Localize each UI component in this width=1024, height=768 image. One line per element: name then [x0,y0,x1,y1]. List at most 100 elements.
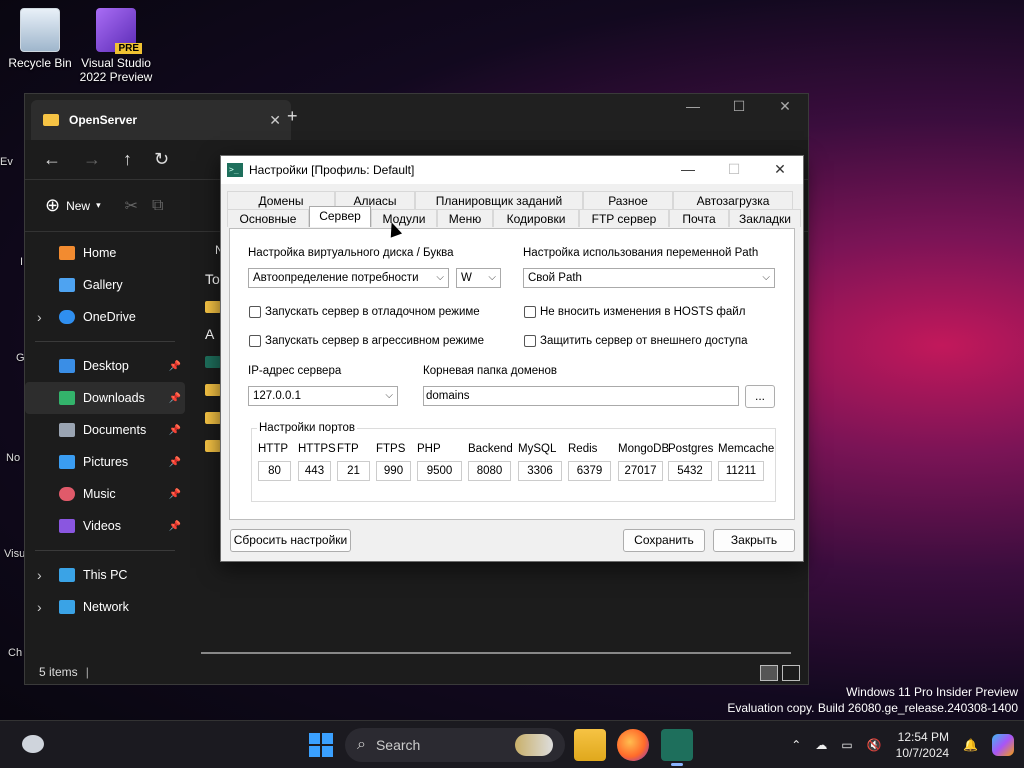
aggressive-mode-checkbox[interactable]: Запускать сервер в агрессивном режиме [249,335,484,347]
sidebar-item-home[interactable]: Home [25,237,185,269]
port-input-http[interactable]: 80 [258,461,291,481]
cut-icon[interactable]: ✂ [125,196,138,216]
horizontal-scrollbar[interactable] [201,652,791,654]
desktop-icon-visual-studio[interactable]: PRE Visual Studio 2022 Preview [76,8,156,84]
sidebar-item-label: Music [83,487,116,501]
tab-misc[interactable]: Разное [583,191,673,209]
start-button[interactable] [309,733,333,757]
tab-menu[interactable]: Меню [437,209,493,227]
terminal-taskbar-icon[interactable] [661,729,693,766]
new-button[interactable]: ⊕ New ▾ [45,195,101,216]
sidebar-item-videos[interactable]: Videos 📌 [25,510,185,542]
pin-icon[interactable]: 📌 [169,489,181,500]
port-input-memcache[interactable]: 11211 [718,461,764,481]
sidebar-item-pictures[interactable]: Pictures 📌 [25,446,185,478]
browse-button[interactable]: ... [745,385,775,408]
port-input-backend[interactable]: 8080 [468,461,511,481]
sidebar-item-music[interactable]: Music 📌 [25,478,185,510]
sidebar-item-label: Desktop [83,359,129,373]
network-off-icon[interactable]: ☁ [815,738,827,752]
save-button[interactable]: Сохранить [623,529,705,552]
ip-select[interactable]: 127.0.0.1 ⌵ [248,386,398,406]
taskbar-search[interactable]: ⌕ Search [345,728,565,762]
vdisk-mode-select[interactable]: Автоопределение потребности ⌵ [248,268,449,288]
port-input-php[interactable]: 9500 [417,461,462,481]
display-icon[interactable]: ▭ [841,738,852,752]
port-input-ftp[interactable]: 21 [337,461,370,481]
new-tab-button[interactable]: + [287,106,298,127]
hosts-checkbox[interactable]: Не вносить изменения в HOSTS файл [524,306,745,318]
checkbox-box[interactable] [249,306,261,318]
tab-basic[interactable]: Основные [227,209,309,227]
back-icon[interactable]: ← [43,149,61,170]
port-input-mongodb[interactable]: 27017 [618,461,663,481]
vdisk-mode-value: Автоопределение потребности [253,272,419,284]
forward-icon[interactable]: → [83,149,101,170]
close-button[interactable]: ✕ [757,156,803,184]
checkbox-box[interactable] [524,335,536,347]
tab-modules[interactable]: Модули [371,209,437,227]
explorer-sidebar: Home Gallery OneDrive Desktop 📌 Download… [25,233,185,660]
debug-mode-checkbox[interactable]: Запускать сервер в отладочном режиме [249,306,480,318]
tiles-view-icon[interactable] [782,665,800,681]
domains-root-input[interactable]: domains [423,386,739,406]
maximize-button[interactable]: ☐ [716,98,762,115]
sidebar-item-this-pc[interactable]: This PC [25,559,185,591]
terminal-icon[interactable] [205,356,221,368]
port-input-https[interactable]: 443 [298,461,331,481]
copy-icon[interactable]: ⧉ [152,197,163,215]
vdisk-letter-select[interactable]: W ⌵ [456,268,501,288]
sidebar-item-onedrive[interactable]: OneDrive [25,301,185,333]
tab-server[interactable]: Сервер [309,206,371,227]
file-explorer-taskbar-icon[interactable] [574,729,606,761]
port-label-postgres: Postgres [668,443,714,455]
port-input-postgres[interactable]: 5432 [668,461,712,481]
details-view-icon[interactable] [760,665,778,681]
port-input-mysql[interactable]: 3306 [518,461,562,481]
folder-icon[interactable] [205,384,221,396]
weather-icon[interactable] [22,735,44,753]
sidebar-item-desktop[interactable]: Desktop 📌 [25,350,185,382]
chevron-up-icon[interactable]: ⌃ [791,738,801,752]
tab-scheduler[interactable]: Планировщик заданий [415,191,583,209]
tab-encodings[interactable]: Кодировки [493,209,579,227]
folder-icon[interactable] [205,301,221,313]
tab-ftp-server[interactable]: FTP сервер [579,209,669,227]
pin-icon[interactable]: 📌 [169,425,181,436]
path-select[interactable]: Свой Path ⌵ [523,268,775,288]
port-label-ftp: FTP [337,443,359,455]
tab-bookmarks[interactable]: Закладки [729,209,801,227]
clock[interactable]: 12:54 PM 10/7/2024 [896,729,949,761]
sidebar-item-documents[interactable]: Documents 📌 [25,414,185,446]
sidebar-item-network[interactable]: Network [25,591,185,623]
port-input-ftps[interactable]: 990 [376,461,411,481]
sidebar-item-gallery[interactable]: Gallery [25,269,185,301]
up-icon[interactable]: ↑ [123,149,132,170]
close-dialog-button[interactable]: Закрыть [713,529,795,552]
close-tab-icon[interactable]: ✕ [269,112,281,129]
port-input-redis[interactable]: 6379 [568,461,611,481]
protect-checkbox[interactable]: Защитить сервер от внешнего доступа [524,335,747,347]
explorer-tab[interactable]: OpenServer ✕ [31,100,291,140]
close-button[interactable]: ✕ [762,98,808,115]
volume-muted-icon[interactable]: 🔇 [867,738,882,752]
folder-icon[interactable] [205,440,221,452]
minimize-button[interactable]: — [670,98,716,115]
tab-mail[interactable]: Почта [669,209,729,227]
pin-icon[interactable]: 📌 [169,393,181,404]
pin-icon[interactable]: 📌 [169,521,181,532]
checkbox-box[interactable] [249,335,261,347]
minimize-button[interactable]: — [665,156,711,184]
tab-autostart[interactable]: Автозагрузка [673,191,793,209]
reset-settings-button[interactable]: Сбросить настройки [230,529,351,552]
checkbox-box[interactable] [524,306,536,318]
copilot-icon[interactable] [992,734,1014,756]
desktop-icon-recycle-bin[interactable]: Recycle Bin [0,8,80,70]
pin-icon[interactable]: 📌 [169,361,181,372]
pin-icon[interactable]: 📌 [169,457,181,468]
firefox-taskbar-icon[interactable] [617,729,649,761]
notification-bell-icon[interactable]: 🔔 [963,738,978,752]
folder-icon[interactable] [205,412,221,424]
sidebar-item-downloads[interactable]: Downloads 📌 [25,382,185,414]
refresh-icon[interactable]: ↻ [154,149,169,170]
